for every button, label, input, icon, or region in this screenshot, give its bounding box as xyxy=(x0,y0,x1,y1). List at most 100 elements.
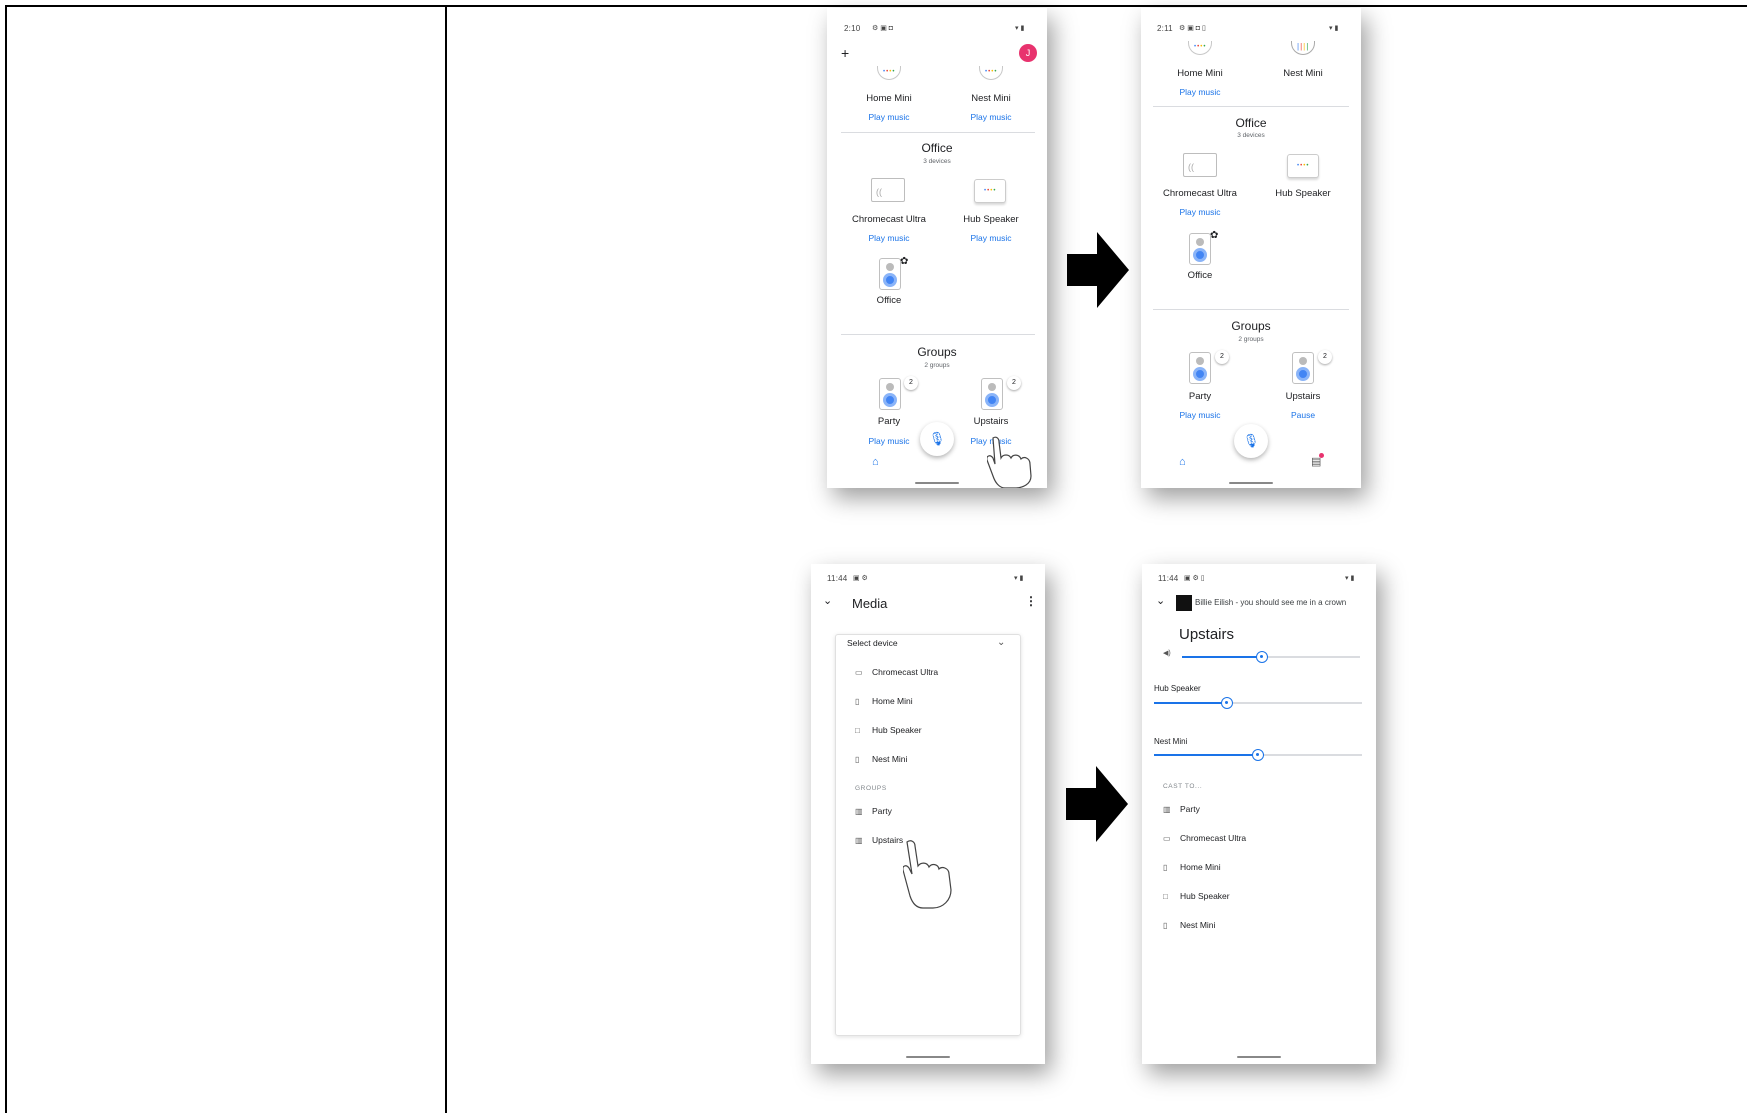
home-mini-icon: •••• xyxy=(877,66,901,80)
chromecast-icon: (( xyxy=(871,178,905,202)
room-device-count: 3 devices xyxy=(1237,132,1265,139)
cast-to-header: CAST TO... xyxy=(1163,783,1203,790)
play-music-link[interactable]: Play music xyxy=(1179,207,1220,217)
table-column-divider xyxy=(445,5,447,1113)
device-label-hub-speaker: Hub Speaker xyxy=(963,214,1019,225)
group-count-badge: 2 xyxy=(1007,376,1021,390)
gesture-bar xyxy=(1237,1056,1281,1058)
status-icons: ▣ ⚙ ▯ xyxy=(1184,575,1205,582)
table-top-border xyxy=(5,5,1747,7)
chromecast-icon: (( xyxy=(1183,153,1217,177)
status-icons: ▣ ⚙ xyxy=(853,575,868,582)
page-title: Upstairs xyxy=(1179,626,1235,643)
status-time: 2:10 xyxy=(844,24,861,33)
arrow-right-icon xyxy=(1067,232,1129,308)
play-music-link[interactable]: Play music xyxy=(868,436,909,446)
device-option[interactable]: ▯ Home Mini xyxy=(855,696,913,706)
home-icon[interactable]: ⌂ xyxy=(872,456,879,468)
mic-button[interactable]: 🎙 xyxy=(920,422,954,456)
group-icon: ▥ xyxy=(1163,805,1171,814)
speaker-icon xyxy=(879,258,901,290)
speaker-label-hub: Hub Speaker xyxy=(1154,684,1201,693)
play-music-link[interactable]: Play music xyxy=(970,233,1011,243)
album-art xyxy=(1176,595,1192,611)
cast-option[interactable]: ▥ Party xyxy=(1163,804,1200,814)
device-label-chromecast: Chromecast Ultra xyxy=(1163,188,1237,199)
hub-speaker-volume-slider[interactable] xyxy=(1154,697,1362,709)
play-music-link[interactable]: Play music xyxy=(1179,410,1220,420)
cast-option[interactable]: ▭ Chromecast Ultra xyxy=(1163,833,1246,843)
speaker-icon: ▯ xyxy=(1163,863,1168,872)
device-label-home-mini: Home Mini xyxy=(866,93,912,104)
chevron-down-icon[interactable]: ⌄ xyxy=(823,594,832,607)
battery-icon: ▾ ▮ xyxy=(1345,575,1355,582)
group-label-upstairs: Upstairs xyxy=(973,416,1009,427)
device-label-hub-speaker: Hub Speaker xyxy=(1275,188,1331,199)
room-device-count: 3 devices xyxy=(923,158,951,165)
group-option-upstairs[interactable]: ▥ Upstairs xyxy=(855,835,903,845)
mic-button[interactable]: 🎙 xyxy=(1234,424,1268,458)
volume-icon: ◀) xyxy=(1163,650,1171,657)
plus-icon[interactable]: + xyxy=(841,45,849,61)
speaker-label-nest: Nest Mini xyxy=(1154,737,1188,746)
status-time: 11:44 xyxy=(827,574,848,583)
room-title-office: Office xyxy=(1235,116,1267,130)
divider xyxy=(841,132,1035,133)
group-icon: ▥ xyxy=(855,836,863,845)
play-music-link[interactable]: Play music xyxy=(868,233,909,243)
speaker-icon xyxy=(1189,352,1211,384)
play-music-link[interactable]: Play music xyxy=(868,112,909,122)
groups-section-header: GROUPS xyxy=(855,785,887,792)
cast-option[interactable]: □ Hub Speaker xyxy=(1163,891,1230,901)
group-count-badge: 2 xyxy=(1318,350,1332,364)
tv-icon: ▭ xyxy=(1163,834,1171,843)
avatar[interactable]: J xyxy=(1019,44,1037,62)
mic-icon: 🎙 xyxy=(928,431,946,446)
speaker-icon: ▯ xyxy=(855,697,860,706)
home-icon[interactable]: ⌂ xyxy=(1179,456,1186,468)
play-music-link[interactable]: Play music xyxy=(970,112,1011,122)
nest-mini-volume-slider[interactable] xyxy=(1154,749,1362,761)
more-vert-icon[interactable]: ⋮ xyxy=(1025,594,1037,608)
play-music-link[interactable]: Play music xyxy=(1179,87,1220,97)
group-count-badge: 2 xyxy=(1215,350,1229,364)
display-icon: □ xyxy=(1163,892,1168,901)
pointing-hand-icon xyxy=(903,840,952,909)
battery-icon: ▾ ▮ xyxy=(1014,575,1024,582)
group-volume-slider[interactable] xyxy=(1182,651,1360,663)
speaker-icon: ▯ xyxy=(1163,921,1168,930)
gear-icon: ✿ xyxy=(900,256,909,267)
device-option[interactable]: ▯ Nest Mini xyxy=(855,754,907,764)
groups-count: 2 groups xyxy=(1238,336,1264,343)
device-label-office: Office xyxy=(1187,270,1213,281)
gesture-bar xyxy=(906,1056,950,1058)
room-title-office: Office xyxy=(921,141,953,155)
tv-icon: ▭ xyxy=(855,668,863,677)
cast-option[interactable]: ▯ Nest Mini xyxy=(1163,920,1215,930)
phone-screen-media-select: 11:44 ▣ ⚙ ▾ ▮ ⌄ Media ⋮ Select device ⌄ … xyxy=(811,564,1045,1064)
select-device-label[interactable]: Select device xyxy=(847,638,898,648)
chevron-down-icon[interactable]: ⌄ xyxy=(997,637,1005,648)
groups-title: Groups xyxy=(1231,319,1271,333)
device-label-home-mini: Home Mini xyxy=(1177,68,1223,79)
divider xyxy=(1153,106,1349,107)
arrow-right-icon xyxy=(1066,766,1128,842)
device-option[interactable]: ▭ Chromecast Ultra xyxy=(855,667,938,677)
hub-speaker-icon: •••• xyxy=(974,179,1006,203)
speaker-icon xyxy=(981,378,1003,410)
device-option[interactable]: □ Hub Speaker xyxy=(855,725,922,735)
gear-icon: ✿ xyxy=(1210,230,1219,241)
group-count-badge: 2 xyxy=(904,376,918,390)
pause-link[interactable]: Pause xyxy=(1291,410,1315,420)
cast-option[interactable]: ▯ Home Mini xyxy=(1163,862,1221,872)
groups-title: Groups xyxy=(917,345,957,359)
chevron-down-icon[interactable]: ⌄ xyxy=(1156,594,1165,607)
device-label-nest-mini: Nest Mini xyxy=(971,93,1011,104)
speaker-icon xyxy=(1189,233,1211,265)
status-icons: ⚙ ▣ ◘ xyxy=(872,25,894,32)
speaker-icon xyxy=(1292,352,1314,384)
group-option[interactable]: ▥ Party xyxy=(855,806,892,816)
display-icon: □ xyxy=(855,726,860,735)
media-icon[interactable]: ▤ xyxy=(1311,453,1324,468)
group-label-party: Party xyxy=(1188,391,1212,402)
